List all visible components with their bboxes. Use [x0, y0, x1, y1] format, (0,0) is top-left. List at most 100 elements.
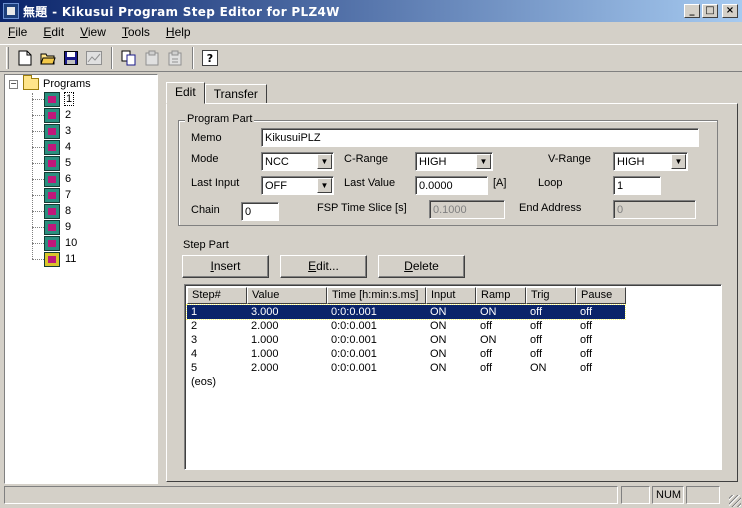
table-row[interactable]: 1 3.000 0:0:0.001 ON ON off off: [186, 304, 626, 320]
tab-edit[interactable]: Edit: [166, 82, 205, 104]
app-icon[interactable]: [3, 3, 19, 19]
copy-icon[interactable]: [118, 47, 140, 69]
table-row-end-of-steps[interactable]: (eos): [187, 375, 625, 389]
tree-item[interactable]: 7: [32, 187, 72, 203]
table-row[interactable]: 2 2.000 0:0:0.001 ON off off off: [187, 319, 625, 333]
last-input-select[interactable]: OFF ▼: [261, 176, 334, 195]
column-header-trig[interactable]: Trig: [526, 287, 576, 304]
tree-item[interactable]: 2: [32, 107, 72, 123]
crange-select[interactable]: HIGH ▼: [415, 152, 493, 171]
column-header-value[interactable]: Value: [247, 287, 327, 304]
dropdown-arrow-icon[interactable]: ▼: [671, 154, 686, 169]
cell-step: 3: [191, 334, 198, 346]
new-file-icon[interactable]: [14, 47, 36, 69]
cell-trig: off: [530, 306, 543, 318]
step-list[interactable]: Step# Value Time [h:min:s.ms] Input Ramp…: [184, 284, 722, 470]
collapse-icon[interactable]: −: [9, 79, 18, 89]
menu-edit[interactable]: Edit: [35, 25, 72, 39]
column-header-time[interactable]: Time [h:min:s.ms]: [327, 287, 426, 304]
folder-icon: [23, 75, 39, 90]
status-num-pane: NUM: [652, 486, 684, 504]
title-bar[interactable]: 無題 - Kikusui Program Step Editor for PLZ…: [0, 0, 742, 22]
cell-trig: off: [530, 334, 543, 346]
mode-value: NCC: [265, 156, 289, 168]
cell-time: 0:0:0.001: [331, 362, 377, 374]
toolbar-grip[interactable]: [6, 47, 9, 69]
menu-help[interactable]: Help: [158, 25, 199, 39]
column-header-pause[interactable]: Pause: [576, 287, 626, 304]
edit-step-button[interactable]: Edit...: [280, 255, 367, 278]
cell-trig: off: [530, 320, 543, 332]
dropdown-arrow-icon[interactable]: ▼: [317, 178, 332, 193]
last-input-label: Last Input: [191, 177, 240, 189]
cell-input: ON: [430, 334, 447, 346]
insert-button[interactable]: Insert: [182, 255, 269, 278]
vrange-select[interactable]: HIGH ▼: [613, 152, 688, 171]
cell-time: 0:0:0.001: [331, 306, 377, 318]
tree-root-programs[interactable]: − Programs: [9, 75, 92, 91]
tree-item-label: 9: [65, 221, 72, 233]
cell-ramp: ON: [480, 334, 497, 346]
tree-item-label: 5: [65, 157, 72, 169]
last-value-field[interactable]: 0.0000: [415, 176, 488, 195]
table-row[interactable]: 4 1.000 0:0:0.001 ON off off off: [187, 347, 625, 361]
menu-bar: File Edit View Tools Help: [0, 22, 742, 42]
tree-item[interactable]: 10: [32, 235, 78, 251]
mode-select[interactable]: NCC ▼: [261, 152, 334, 171]
tree-item-label: 8: [65, 205, 72, 217]
tree-item[interactable]: 9: [32, 219, 72, 235]
tree-item[interactable]: 5: [32, 155, 72, 171]
chain-field[interactable]: 0: [241, 202, 279, 221]
dropdown-arrow-icon[interactable]: ▼: [317, 154, 332, 169]
cell-input: ON: [430, 306, 447, 318]
vrange-label: V-Range: [548, 153, 591, 165]
cell-input: ON: [430, 320, 447, 332]
menu-file[interactable]: File: [0, 25, 35, 39]
tree-item[interactable]: 8: [32, 203, 72, 219]
cell-ramp: ON: [480, 306, 497, 318]
tree-item[interactable]: 11: [32, 251, 77, 267]
loop-field[interactable]: 1: [613, 176, 661, 195]
tree-item-label: 7: [65, 189, 72, 201]
table-row[interactable]: 5 2.000 0:0:0.001 ON off ON off: [187, 361, 625, 375]
column-header-ramp[interactable]: Ramp: [476, 287, 526, 304]
panel-splitter[interactable]: [159, 74, 162, 484]
tree-item[interactable]: 1: [32, 91, 75, 107]
cell-pause: off: [580, 320, 593, 332]
program-part-title: Program Part: [185, 113, 255, 125]
table-row[interactable]: 3 1.000 0:0:0.001 ON ON off off: [187, 333, 625, 347]
close-button[interactable]: ×: [722, 4, 738, 18]
program-icon: [44, 171, 60, 187]
column-header-step[interactable]: Step#: [187, 287, 247, 304]
delete-button[interactable]: Delete: [378, 255, 465, 278]
tree-item[interactable]: 3: [32, 123, 72, 139]
memo-field[interactable]: KikusuiPLZ: [261, 128, 699, 147]
resize-grip-icon[interactable]: [729, 495, 741, 507]
cell-value: 2.000: [251, 362, 279, 374]
tab-transfer[interactable]: Transfer: [204, 84, 267, 104]
help-icon[interactable]: ?: [202, 50, 218, 66]
program-tree[interactable]: − Programs 1 2 3 4 5 6 7 8 9 10 11: [4, 74, 158, 484]
tree-item-label: 1: [64, 92, 75, 106]
maximize-button[interactable]: □: [702, 4, 718, 18]
save-icon[interactable]: [60, 47, 82, 69]
cell-input: ON: [430, 362, 447, 374]
cell-trig: off: [530, 348, 543, 360]
program-icon: [44, 107, 60, 123]
tree-item[interactable]: 6: [32, 171, 72, 187]
cell-step: 2: [191, 320, 198, 332]
dropdown-arrow-icon[interactable]: ▼: [476, 154, 491, 169]
program-icon: [44, 123, 60, 139]
tree-item[interactable]: 4: [32, 139, 72, 155]
menu-view[interactable]: View: [72, 25, 114, 39]
cell-input: ON: [430, 348, 447, 360]
minimize-button[interactable]: _: [684, 4, 700, 18]
chart-icon[interactable]: [83, 47, 105, 69]
open-folder-icon[interactable]: [37, 47, 59, 69]
menu-tools[interactable]: Tools: [114, 25, 158, 39]
paste-icon[interactable]: [141, 47, 163, 69]
tree-item-label: 2: [65, 109, 72, 121]
cell-value: 2.000: [251, 320, 279, 332]
column-header-input[interactable]: Input: [426, 287, 476, 304]
paste-special-icon[interactable]: [164, 47, 186, 69]
